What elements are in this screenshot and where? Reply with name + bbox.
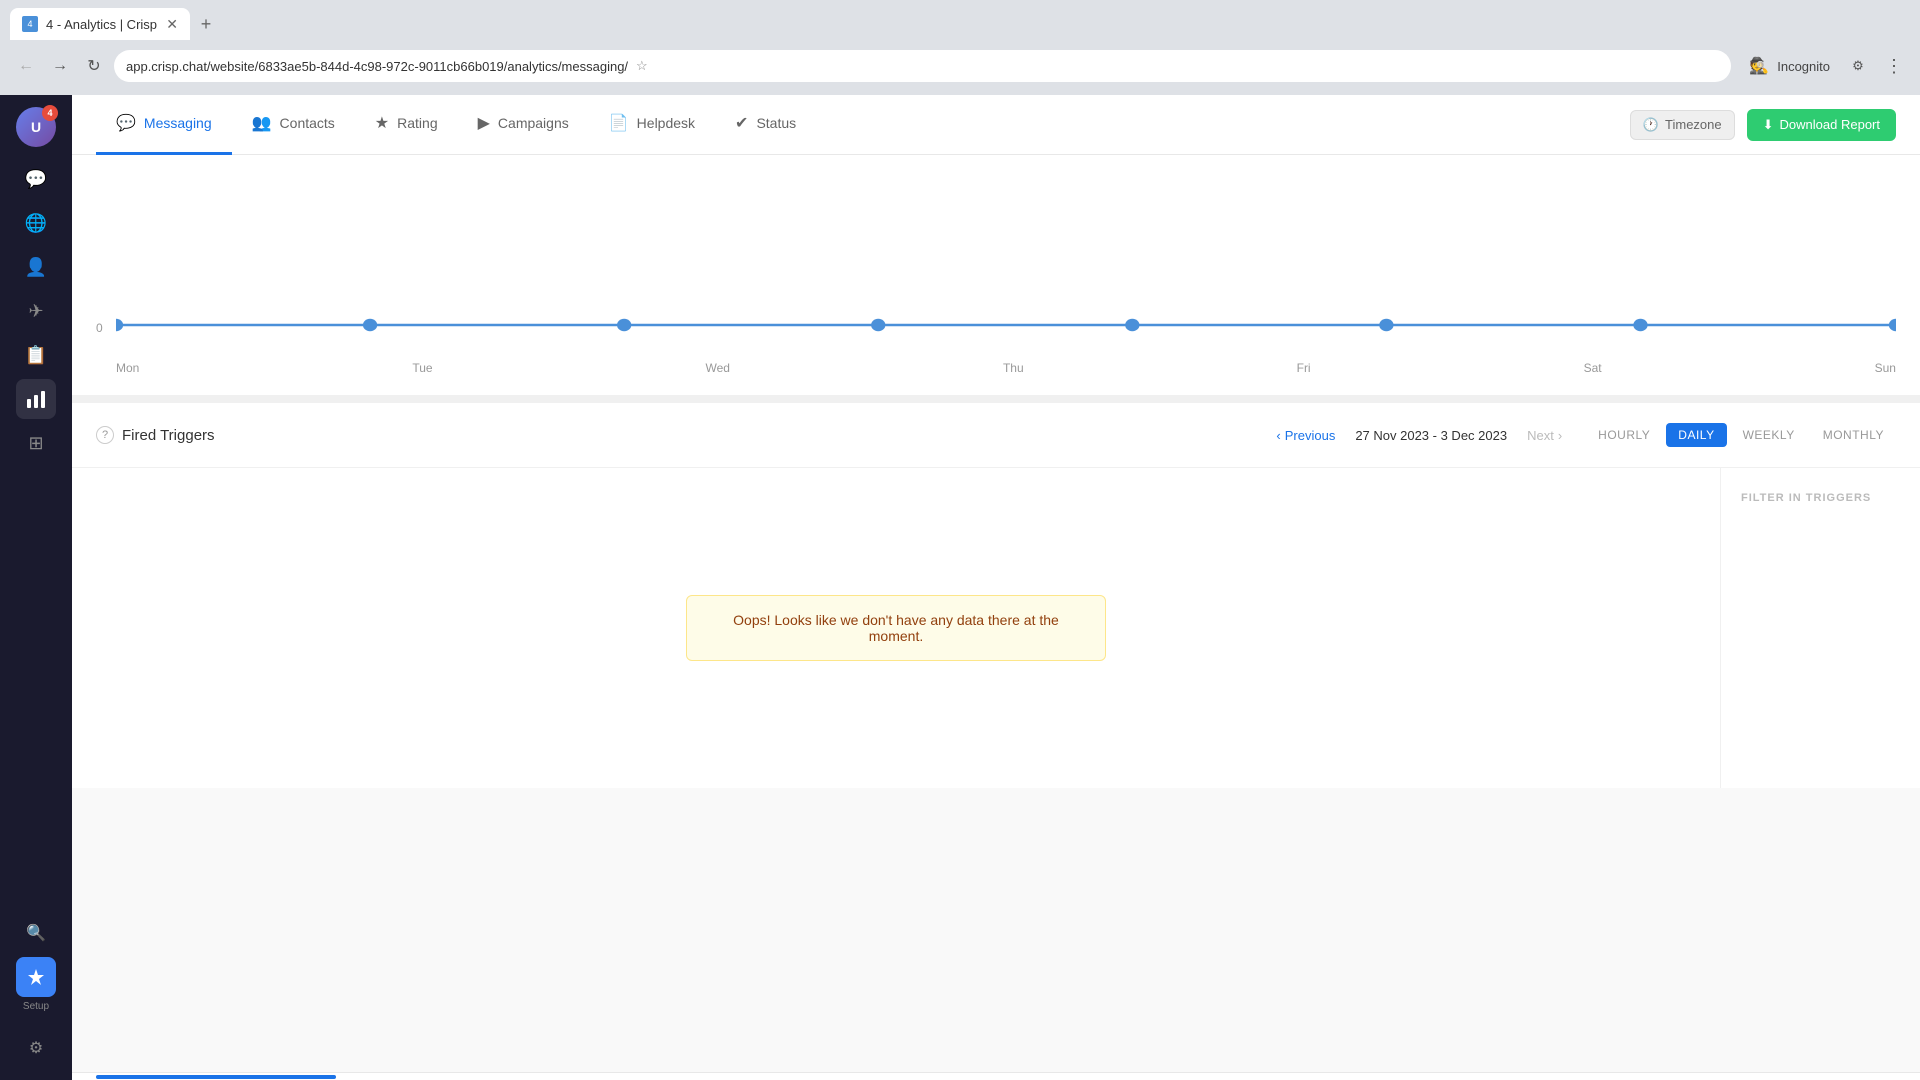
tab-helpdesk[interactable]: 📄 Helpdesk bbox=[589, 95, 715, 155]
incognito-area: 🕵 Incognito bbox=[1749, 56, 1830, 76]
x-label-sun: Sun bbox=[1875, 361, 1896, 375]
previous-button[interactable]: ‹ Previous bbox=[1276, 428, 1335, 443]
x-label-sat: Sat bbox=[1584, 361, 1602, 375]
address-bar[interactable]: app.crisp.chat/website/6833ae5b-844d-4c9… bbox=[114, 50, 1731, 82]
chart-y-label: 0 bbox=[96, 321, 103, 335]
forward-button[interactable]: → bbox=[46, 52, 74, 80]
campaigns-icon: ▶ bbox=[478, 113, 490, 133]
section-body: Oops! Looks like we don't have any data … bbox=[72, 468, 1920, 788]
x-label-wed: Wed bbox=[706, 361, 730, 375]
notification-badge: 4 bbox=[42, 105, 58, 121]
chart-svg bbox=[116, 175, 1896, 375]
setup-label: Setup bbox=[23, 1001, 49, 1012]
bottom-bar bbox=[72, 1072, 1920, 1080]
section-header: ? Fired Triggers ‹ Previous 27 Nov 2023 … bbox=[72, 403, 1920, 468]
tab-favicon: 4 bbox=[22, 16, 38, 32]
sidebar: U 4 💬 🌐 👤 ✈ 📋 ⊞ 🔍 Setup ⚙ bbox=[0, 95, 72, 1080]
timezone-button[interactable]: 🕐 Timezone bbox=[1630, 110, 1735, 140]
browser-nav: ← → ↻ app.crisp.chat/website/6833ae5b-84… bbox=[0, 40, 1920, 92]
chart-area: Mon Tue Wed Thu Fri Sat Sun bbox=[116, 175, 1896, 375]
period-daily-button[interactable]: DAILY bbox=[1666, 423, 1726, 447]
date-range: 27 Nov 2023 - 3 Dec 2023 bbox=[1347, 428, 1515, 443]
back-button[interactable]: ← bbox=[12, 52, 40, 80]
main-content: 💬 Messaging 👥 Contacts ★ Rating ▶ Campai… bbox=[72, 95, 1920, 1080]
period-weekly-button[interactable]: WEEKLY bbox=[1731, 423, 1807, 447]
nav-tabs: 💬 Messaging 👥 Contacts ★ Rating ▶ Campai… bbox=[96, 95, 1630, 155]
helpdesk-icon: 📄 bbox=[609, 113, 629, 133]
tab-title: 4 - Analytics | Crisp bbox=[46, 17, 158, 32]
sidebar-settings-button[interactable]: ⚙ bbox=[16, 1028, 56, 1068]
setup-icon bbox=[16, 957, 56, 997]
content-area: 0 bbox=[72, 155, 1920, 1072]
period-monthly-button[interactable]: MONTHLY bbox=[1811, 423, 1896, 447]
chart-container: 0 bbox=[96, 175, 1896, 375]
tab-contacts[interactable]: 👥 Contacts bbox=[232, 95, 355, 155]
download-icon: ⬇ bbox=[1763, 117, 1774, 133]
period-hourly-button[interactable]: HOURLY bbox=[1586, 423, 1662, 447]
x-label-fri: Fri bbox=[1297, 361, 1311, 375]
download-report-button[interactable]: ⬇ Download Report bbox=[1747, 109, 1896, 141]
browser-tabs: 4 4 - Analytics | Crisp ✕ + bbox=[0, 0, 1920, 40]
reload-button[interactable]: ↻ bbox=[80, 52, 108, 80]
menu-button[interactable]: ⋮ bbox=[1880, 52, 1908, 80]
sidebar-item-chat[interactable]: 💬 bbox=[16, 159, 56, 199]
tab-close-button[interactable]: ✕ bbox=[166, 16, 178, 33]
browser-chrome: 4 4 - Analytics | Crisp ✕ + ← → ↻ app.cr… bbox=[0, 0, 1920, 95]
sidebar-item-analytics[interactable] bbox=[16, 379, 56, 419]
sidebar-item-dashboard[interactable]: ⊞ bbox=[16, 423, 56, 463]
tab-messaging[interactable]: 💬 Messaging bbox=[96, 95, 232, 155]
status-icon: ✔ bbox=[735, 113, 748, 133]
sidebar-item-send[interactable]: ✈ bbox=[16, 291, 56, 331]
section-nav: ‹ Previous 27 Nov 2023 - 3 Dec 2023 Next… bbox=[1276, 428, 1562, 443]
bookmark-icon[interactable]: ☆ bbox=[636, 58, 648, 74]
contacts-icon: 👥 bbox=[252, 113, 272, 133]
sidebar-item-contacts[interactable]: 👤 bbox=[16, 247, 56, 287]
section-title: Fired Triggers bbox=[122, 427, 215, 444]
sidebar-setup[interactable]: Setup bbox=[16, 957, 56, 1012]
avatar[interactable]: U 4 bbox=[16, 107, 56, 147]
help-icon[interactable]: ? bbox=[96, 426, 114, 444]
x-label-tue: Tue bbox=[412, 361, 432, 375]
x-label-thu: Thu bbox=[1003, 361, 1024, 375]
tab-status[interactable]: ✔ Status bbox=[715, 95, 816, 155]
address-bar-icons: ☆ bbox=[636, 58, 648, 74]
section-title-area: ? Fired Triggers bbox=[96, 426, 1276, 444]
incognito-icon: 🕵 bbox=[1749, 56, 1769, 76]
top-nav-actions: 🕐 Timezone ⬇ Download Report bbox=[1630, 109, 1896, 141]
filter-label: FILTER IN TRIGGERS bbox=[1741, 492, 1871, 504]
sidebar-search-button[interactable]: 🔍 bbox=[16, 913, 56, 953]
sidebar-item-inbox[interactable]: 📋 bbox=[16, 335, 56, 375]
extensions-button[interactable]: ⚙ bbox=[1844, 52, 1872, 80]
x-label-mon: Mon bbox=[116, 361, 139, 375]
x-axis-labels: Mon Tue Wed Thu Fri Sat Sun bbox=[116, 361, 1896, 375]
top-nav: 💬 Messaging 👥 Contacts ★ Rating ▶ Campai… bbox=[72, 95, 1920, 155]
app-layout: U 4 💬 🌐 👤 ✈ 📋 ⊞ 🔍 Setup ⚙ bbox=[0, 95, 1920, 1080]
empty-state: Oops! Looks like we don't have any data … bbox=[686, 595, 1106, 661]
tab-campaigns[interactable]: ▶ Campaigns bbox=[458, 95, 589, 155]
scroll-indicator[interactable] bbox=[96, 1075, 336, 1079]
filter-sidebar: FILTER IN TRIGGERS bbox=[1720, 468, 1920, 788]
chart-section: 0 bbox=[72, 155, 1920, 403]
sidebar-item-globe[interactable]: 🌐 bbox=[16, 203, 56, 243]
section-main: Oops! Looks like we don't have any data … bbox=[72, 468, 1720, 788]
messaging-icon: 💬 bbox=[116, 113, 136, 133]
period-buttons: HOURLY DAILY WEEKLY MONTHLY bbox=[1586, 423, 1896, 447]
new-tab-button[interactable]: + bbox=[190, 8, 222, 40]
empty-message: Oops! Looks like we don't have any data … bbox=[733, 612, 1059, 644]
rating-icon: ★ bbox=[375, 113, 389, 133]
tab-rating[interactable]: ★ Rating bbox=[355, 95, 458, 155]
next-button[interactable]: Next › bbox=[1527, 428, 1562, 443]
browser-tab[interactable]: 4 4 - Analytics | Crisp ✕ bbox=[10, 8, 190, 40]
fired-triggers-section: ? Fired Triggers ‹ Previous 27 Nov 2023 … bbox=[72, 403, 1920, 788]
clock-icon: 🕐 bbox=[1643, 117, 1659, 133]
